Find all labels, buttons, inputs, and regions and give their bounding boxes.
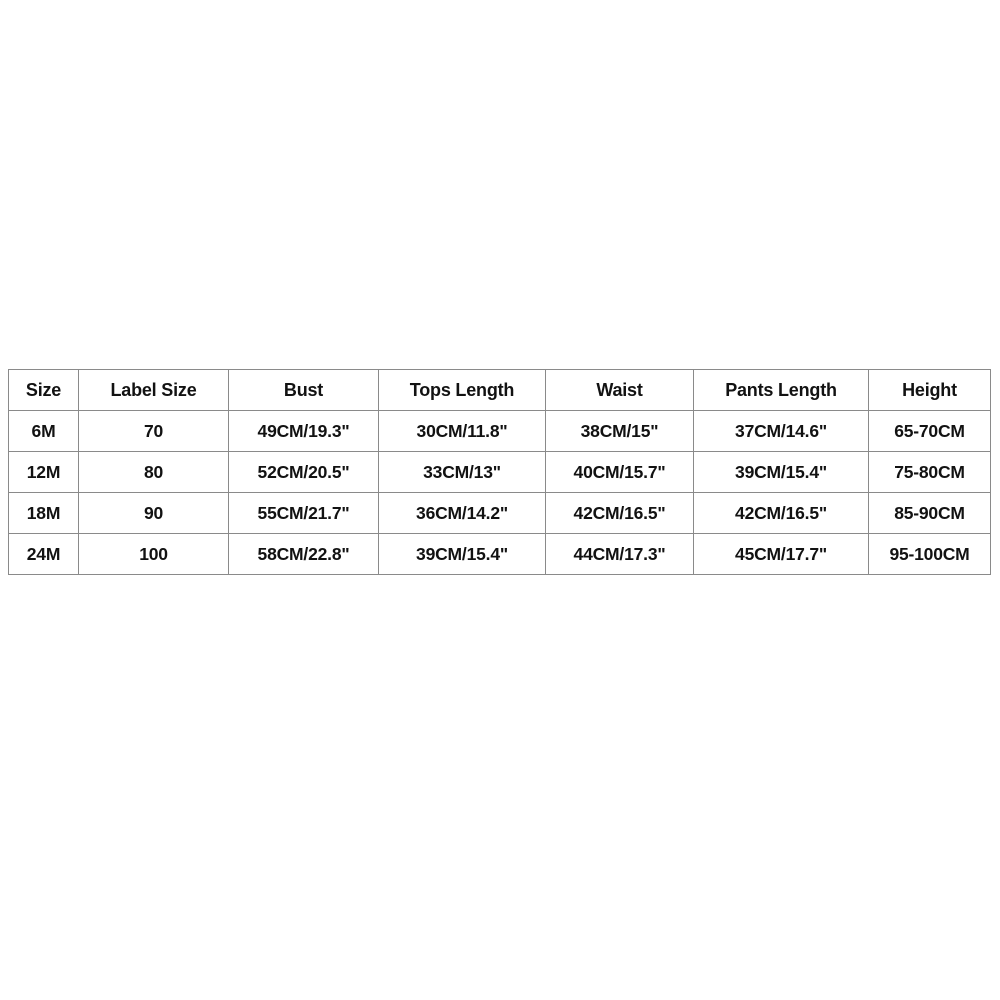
table-row: 18M 90 55CM/21.7" 36CM/14.2" 42CM/16.5" … xyxy=(8,492,991,534)
cell-height: 75-80CM xyxy=(868,451,991,493)
cell-tops-length: 36CM/14.2" xyxy=(378,492,546,534)
cell-pants-length: 39CM/15.4" xyxy=(693,451,869,493)
cell-size: 12M xyxy=(8,451,79,493)
table-row: 6M 70 49CM/19.3" 30CM/11.8" 38CM/15" 37C… xyxy=(8,410,991,452)
cell-bust: 49CM/19.3" xyxy=(228,410,379,452)
cell-pants-length: 42CM/16.5" xyxy=(693,492,869,534)
cell-label-size: 100 xyxy=(78,533,229,575)
cell-size: 6M xyxy=(8,410,79,452)
cell-label-size: 90 xyxy=(78,492,229,534)
cell-height: 85-90CM xyxy=(868,492,991,534)
cell-tops-length: 30CM/11.8" xyxy=(378,410,546,452)
cell-pants-length: 45CM/17.7" xyxy=(693,533,869,575)
column-header-height: Height xyxy=(868,369,991,411)
cell-label-size: 80 xyxy=(78,451,229,493)
cell-pants-length: 37CM/14.6" xyxy=(693,410,869,452)
size-chart-container: Size Label Size Bust Tops Length Waist P… xyxy=(8,369,991,575)
cell-tops-length: 33CM/13" xyxy=(378,451,546,493)
cell-height: 95-100CM xyxy=(868,533,991,575)
size-chart-table: Size Label Size Bust Tops Length Waist P… xyxy=(8,369,991,575)
table-row: 24M 100 58CM/22.8" 39CM/15.4" 44CM/17.3"… xyxy=(8,533,991,575)
column-header-label-size: Label Size xyxy=(78,369,229,411)
cell-waist: 40CM/15.7" xyxy=(545,451,694,493)
column-header-waist: Waist xyxy=(545,369,694,411)
cell-size: 18M xyxy=(8,492,79,534)
cell-bust: 52CM/20.5" xyxy=(228,451,379,493)
cell-bust: 58CM/22.8" xyxy=(228,533,379,575)
column-header-bust: Bust xyxy=(228,369,379,411)
cell-tops-length: 39CM/15.4" xyxy=(378,533,546,575)
table-row: 12M 80 52CM/20.5" 33CM/13" 40CM/15.7" 39… xyxy=(8,451,991,493)
cell-size: 24M xyxy=(8,533,79,575)
cell-height: 65-70CM xyxy=(868,410,991,452)
cell-waist: 38CM/15" xyxy=(545,410,694,452)
column-header-size: Size xyxy=(8,369,79,411)
cell-waist: 42CM/16.5" xyxy=(545,492,694,534)
cell-bust: 55CM/21.7" xyxy=(228,492,379,534)
column-header-pants-length: Pants Length xyxy=(693,369,869,411)
cell-label-size: 70 xyxy=(78,410,229,452)
column-header-tops-length: Tops Length xyxy=(378,369,546,411)
cell-waist: 44CM/17.3" xyxy=(545,533,694,575)
table-header-row: Size Label Size Bust Tops Length Waist P… xyxy=(8,369,991,411)
